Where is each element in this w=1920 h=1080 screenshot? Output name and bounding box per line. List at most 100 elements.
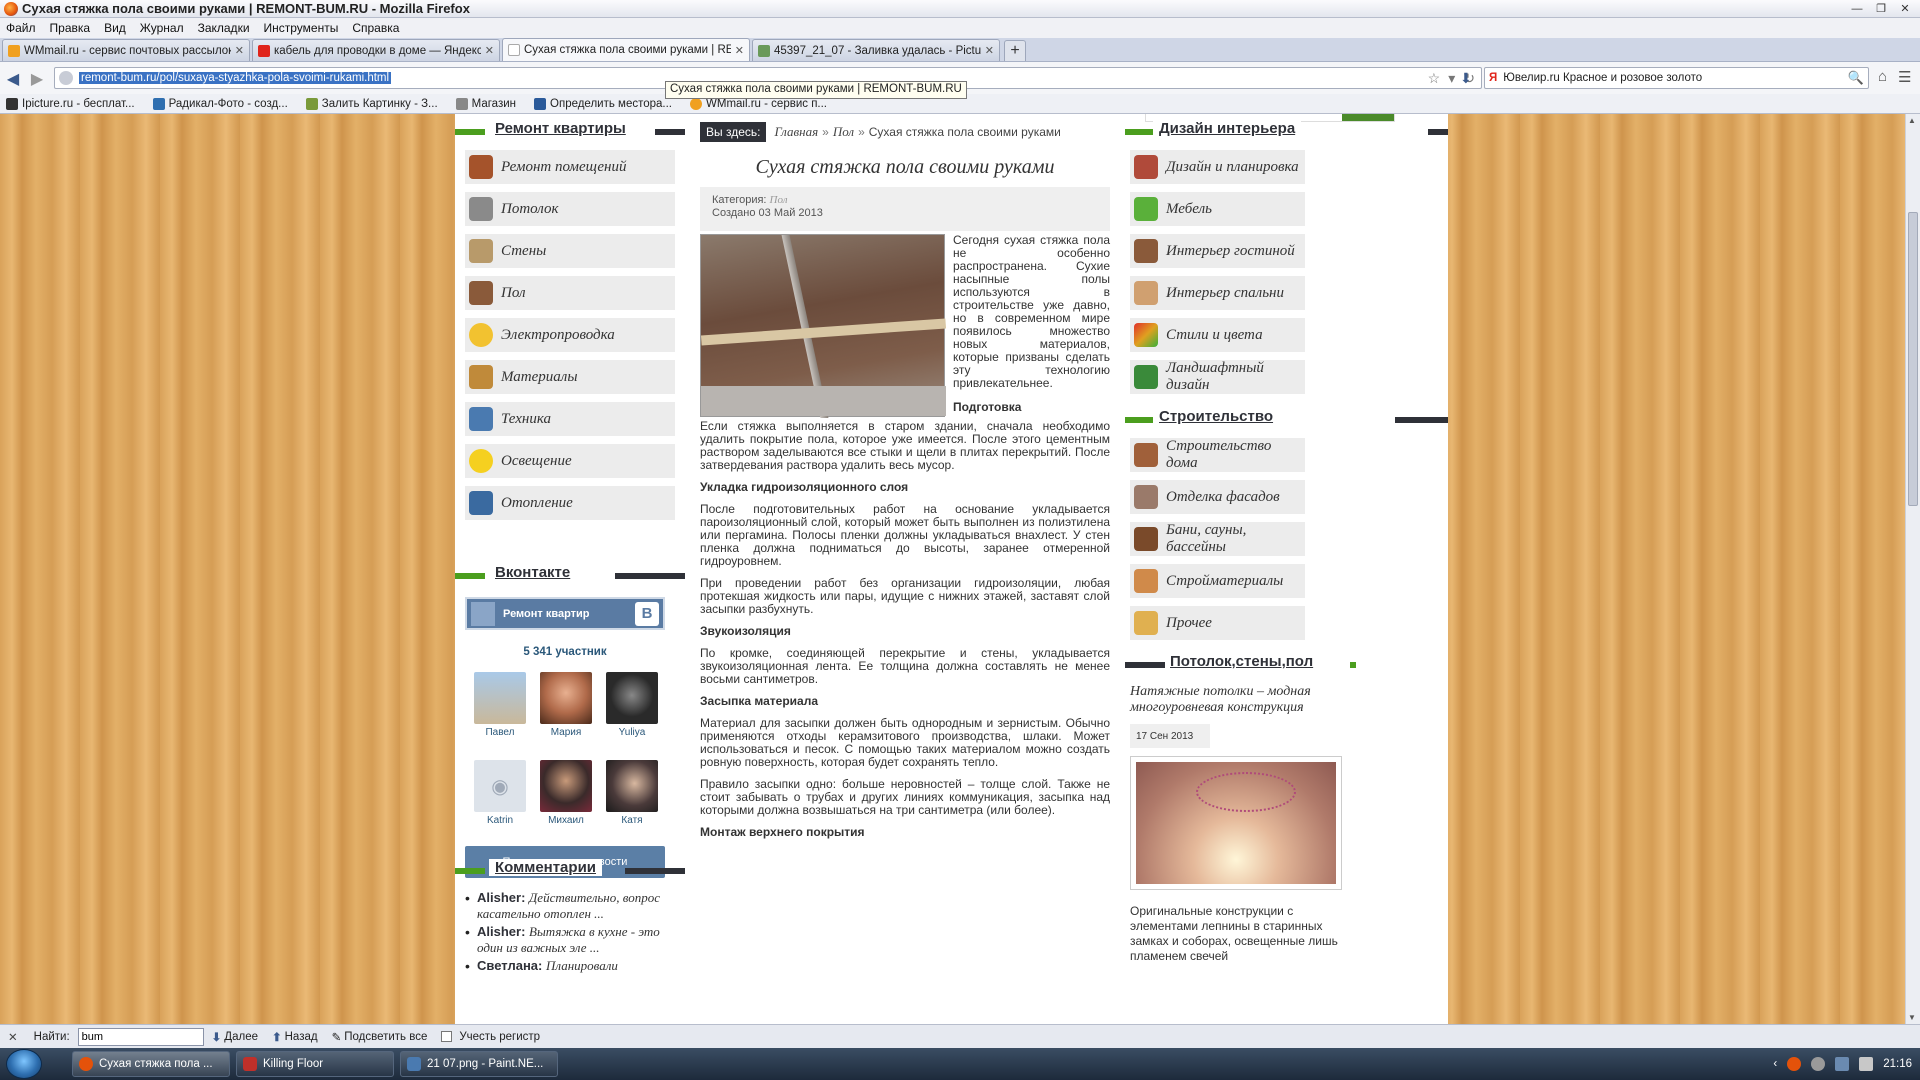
search-icon[interactable]: 🔍 bbox=[1848, 70, 1864, 86]
menu-file[interactable]: Файл bbox=[6, 21, 36, 35]
dropdown-icon[interactable]: ▾ bbox=[1448, 70, 1455, 87]
vertical-scrollbar[interactable]: ▲ ▼ bbox=[1905, 114, 1920, 1024]
find-input[interactable] bbox=[77, 1027, 204, 1046]
comment-item[interactable]: Светлана: Планировали bbox=[465, 958, 665, 974]
find-next-button[interactable]: ⬇ Далее bbox=[212, 1030, 258, 1044]
vk-member[interactable]: Павел bbox=[467, 672, 533, 738]
right-menu-item[interactable]: Стили и цвета bbox=[1130, 318, 1305, 352]
search-engine-icon[interactable]: Я bbox=[1489, 72, 1497, 84]
right-menu-item[interactable]: Интерьер спальни bbox=[1130, 276, 1305, 310]
bookmark-star-icon[interactable]: ☆ bbox=[1428, 70, 1441, 87]
menu-tools[interactable]: Инструменты bbox=[264, 21, 339, 35]
highlight-all-button[interactable]: ✎ Подсветить все bbox=[332, 1030, 428, 1044]
new-tab-button[interactable]: + bbox=[1004, 40, 1026, 61]
site-identity-icon[interactable] bbox=[59, 71, 73, 85]
avatar[interactable] bbox=[474, 672, 526, 724]
left-menu-item[interactable]: Пол bbox=[465, 276, 675, 310]
heading-ceiling-walls-floor[interactable]: Потолок,стены,пол bbox=[1170, 653, 1313, 670]
right-menu-item[interactable]: Интерьер гостиной bbox=[1130, 234, 1305, 268]
member-name[interactable]: Мария bbox=[551, 727, 582, 738]
heading-comments[interactable]: Комментарии bbox=[489, 859, 603, 876]
vk-group-name[interactable]: Ремонт квартир bbox=[503, 608, 635, 620]
bookmark-radikal[interactable]: Радикал-Фото - созд... bbox=[152, 97, 288, 110]
right-menu-item[interactable]: Дизайн и планировка bbox=[1130, 150, 1305, 184]
tab-remont-bum[interactable]: Сухая стяжка пола своими руками | RE... … bbox=[502, 38, 750, 61]
search-text[interactable]: Ювелир.ru Красное и розовое золото bbox=[1503, 72, 1702, 84]
left-menu-item[interactable]: Материалы bbox=[465, 360, 675, 394]
forward-icon[interactable]: ▶ bbox=[26, 69, 48, 89]
checkbox-icon[interactable] bbox=[441, 1031, 453, 1042]
menu-bookmarks[interactable]: Закладки bbox=[198, 21, 250, 35]
find-prev-button[interactable]: ⬆ Назад bbox=[272, 1030, 318, 1044]
taskbar-item-firefox[interactable]: Сухая стяжка пола ... bbox=[72, 1051, 230, 1077]
left-menu-item[interactable]: Освещение bbox=[465, 444, 675, 478]
breadcrumb-section[interactable]: Пол bbox=[833, 124, 854, 140]
tab-close-icon[interactable]: ✕ bbox=[735, 44, 744, 57]
avatar[interactable] bbox=[540, 760, 592, 812]
menu-view[interactable]: Вид bbox=[104, 21, 126, 35]
menu-edit[interactable]: Правка bbox=[50, 21, 91, 35]
tab-yandex[interactable]: кабель для проводки в доме — Яндекс... ✕ bbox=[252, 39, 500, 61]
scrollbar-thumb[interactable] bbox=[1908, 212, 1918, 506]
url-text[interactable]: remont-bum.ru/pol/suxaya-styazhka-pola-s… bbox=[79, 72, 392, 84]
taskbar-item-paint[interactable]: 21 07.png - Paint.NE... bbox=[400, 1051, 558, 1077]
minimize-button[interactable]: — bbox=[1846, 1, 1868, 16]
vk-member[interactable]: Yuliya bbox=[599, 672, 665, 738]
member-name[interactable]: Yuliya bbox=[619, 727, 646, 738]
member-name[interactable]: Katrin bbox=[487, 815, 513, 826]
tab-close-icon[interactable]: ✕ bbox=[485, 44, 494, 57]
right-menu-item[interactable]: Стройматериалы bbox=[1130, 564, 1305, 598]
camera-icon[interactable]: ◉ bbox=[474, 760, 526, 812]
scroll-down-icon[interactable]: ▼ bbox=[1908, 1013, 1916, 1022]
maximize-button[interactable]: ❐ bbox=[1870, 1, 1892, 16]
bookmark-shop[interactable]: Магазин bbox=[455, 97, 516, 110]
vk-member[interactable]: Катя bbox=[599, 760, 665, 826]
heading-design[interactable]: Дизайн интерьера bbox=[1153, 120, 1302, 137]
vk-member[interactable]: Михаил bbox=[533, 760, 599, 826]
find-close-icon[interactable]: ✕ bbox=[8, 1030, 18, 1044]
vk-member[interactable]: Мария bbox=[533, 672, 599, 738]
bookmark-zalit[interactable]: Залить Картинку - З... bbox=[305, 97, 438, 110]
vk-header[interactable]: Ремонт квартир B bbox=[465, 597, 665, 630]
member-name[interactable]: Катя bbox=[621, 815, 642, 826]
member-name[interactable]: Михаил bbox=[548, 815, 584, 826]
comment-text[interactable]: Планировали bbox=[546, 958, 618, 973]
right-menu-item[interactable]: Мебель bbox=[1130, 192, 1305, 226]
right-menu-item[interactable]: Бани, сауны, бассейны bbox=[1130, 522, 1305, 556]
scroll-up-icon[interactable]: ▲ bbox=[1908, 116, 1916, 125]
tab-wmmail[interactable]: WMmail.ru - сервис почтовых рассылок... … bbox=[2, 39, 250, 61]
home-icon[interactable]: ⌂ bbox=[1878, 68, 1887, 85]
left-menu-item[interactable]: Отопление bbox=[465, 486, 675, 520]
tab-close-icon[interactable]: ✕ bbox=[235, 44, 244, 57]
left-menu-item[interactable]: Потолок bbox=[465, 192, 675, 226]
menu-help[interactable]: Справка bbox=[352, 21, 399, 35]
vk-member-count[interactable]: 5 341 участник bbox=[465, 646, 665, 658]
taskbar-item-killing-floor[interactable]: Killing Floor bbox=[236, 1051, 394, 1077]
tab-close-icon[interactable]: ✕ bbox=[985, 44, 994, 57]
menu-history[interactable]: Журнал bbox=[140, 21, 184, 35]
tray-app-icon[interactable] bbox=[1787, 1057, 1802, 1071]
avatar[interactable] bbox=[606, 672, 658, 724]
download-icon[interactable]: ⬇ bbox=[1460, 70, 1472, 87]
heading-remont[interactable]: Ремонт квартиры bbox=[489, 120, 632, 137]
comment-item[interactable]: Alisher: Вытяжка в кухне - это один из в… bbox=[465, 924, 665, 956]
avatar[interactable] bbox=[540, 672, 592, 724]
vk-member[interactable]: ◉ Katrin bbox=[467, 760, 533, 826]
tab-picture-upload[interactable]: 45397_21_07 - Заливка удалась - Pictu...… bbox=[752, 39, 1000, 61]
comment-item[interactable]: Alisher: Действительно, вопрос касательн… bbox=[465, 890, 665, 922]
right-menu-item[interactable]: Ландшафтный дизайн bbox=[1130, 360, 1305, 394]
bookmark-wmmail[interactable]: WMmail.ru - сервис п... bbox=[690, 97, 827, 110]
category-link[interactable]: Пол bbox=[770, 194, 788, 206]
right-menu-item[interactable]: Прочее bbox=[1130, 606, 1305, 640]
left-menu-item[interactable]: Электропроводка bbox=[465, 318, 675, 352]
news-image[interactable] bbox=[1130, 756, 1342, 890]
volume-icon[interactable] bbox=[1859, 1057, 1874, 1071]
member-name[interactable]: Павел bbox=[485, 727, 514, 738]
right-menu-item[interactable]: Строительство дома bbox=[1130, 438, 1305, 472]
heading-vk[interactable]: Вконтакте bbox=[489, 564, 577, 581]
right-menu-item[interactable]: Отделка фасадов bbox=[1130, 480, 1305, 514]
close-window-button[interactable]: ✕ bbox=[1894, 1, 1916, 16]
back-icon[interactable]: ◀ bbox=[2, 69, 24, 89]
match-case-checkbox[interactable]: Учесть регистр bbox=[441, 1031, 540, 1043]
bookmark-ip-locate[interactable]: Определить местора... bbox=[534, 97, 672, 110]
